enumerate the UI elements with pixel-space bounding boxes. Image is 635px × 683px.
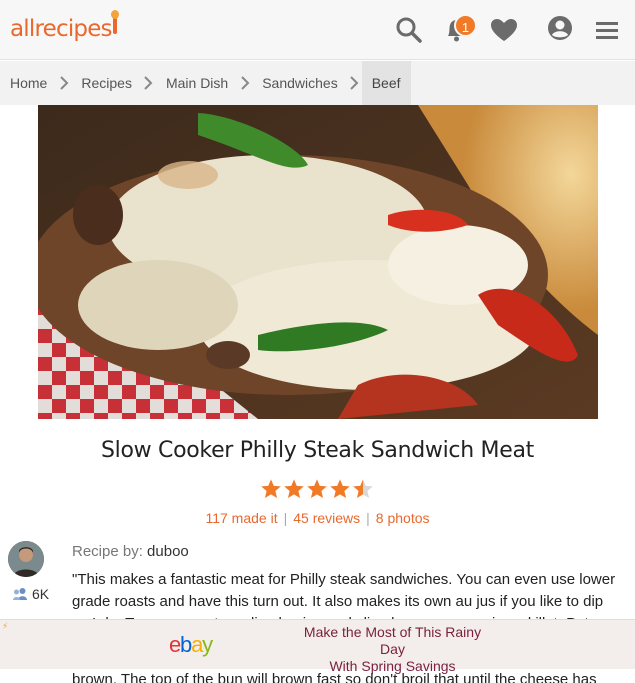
- breadcrumb-main-dish[interactable]: Main Dish: [156, 61, 238, 105]
- ad-choices-icon[interactable]: ⚡: [2, 621, 8, 632]
- ebay-logo: ebay: [169, 632, 213, 657]
- search-icon[interactable]: [393, 14, 425, 46]
- recipe-stats: 117 made it | 45 reviews | 8 photos: [0, 510, 635, 526]
- recipe-photo[interactable]: [38, 105, 598, 419]
- breadcrumb-home[interactable]: Home: [0, 61, 57, 105]
- author-avatar[interactable]: [8, 541, 44, 577]
- chevron-right-icon: [238, 61, 252, 105]
- user-icon[interactable]: [544, 14, 576, 46]
- star-icon: [330, 479, 350, 498]
- breadcrumb-sandwiches[interactable]: Sandwiches: [252, 61, 348, 105]
- recipe-byline: Recipe by: duboo: [72, 543, 189, 560]
- logo-text: allrecipes: [10, 16, 113, 42]
- followers-count[interactable]: 6K: [12, 586, 49, 602]
- chevron-right-icon: [348, 61, 362, 105]
- breadcrumb-recipes[interactable]: Recipes: [71, 61, 142, 105]
- chevron-right-icon: [142, 61, 156, 105]
- heart-icon[interactable]: [488, 14, 520, 46]
- star-icon: [261, 479, 281, 498]
- people-icon: [13, 588, 27, 600]
- ad-line-1: Make the Most of This Rainy Day: [303, 624, 482, 657]
- recipe-by-label: Recipe by:: [72, 543, 143, 560]
- stats-divider: |: [283, 510, 288, 526]
- star-icon: [284, 479, 304, 498]
- followers-label: 6K: [32, 586, 50, 602]
- allrecipes-logo[interactable]: allrecipes: [10, 10, 119, 42]
- menu-icon[interactable]: [592, 14, 624, 46]
- recipe-description-continued: brown. The top of the bun will brown fas…: [72, 671, 597, 683]
- half-star-icon: [353, 479, 373, 498]
- notification-badge: 1: [454, 14, 477, 37]
- breadcrumb-beef[interactable]: Beef: [361, 61, 411, 105]
- stats-divider: |: [366, 510, 370, 526]
- photos-link[interactable]: 8 photos: [376, 510, 430, 526]
- breadcrumb: Home Recipes Main Dish Sandwiches Beef: [0, 61, 635, 105]
- site-header: allrecipes 1: [0, 0, 635, 60]
- star-icon: [307, 479, 327, 498]
- reviews-link[interactable]: 45 reviews: [293, 510, 360, 526]
- ad-banner[interactable]: ⚡ ebay Make the Most of This Rainy Day W…: [0, 619, 635, 674]
- logo-spoon-icon: [110, 10, 119, 34]
- recipe-title: Slow Cooker Philly Steak Sandwich Meat: [101, 438, 534, 463]
- author-name[interactable]: duboo: [147, 543, 189, 560]
- rating-stars[interactable]: [260, 478, 375, 500]
- made-it-link[interactable]: 117 made it: [205, 510, 277, 526]
- chevron-right-icon: [57, 61, 71, 105]
- ad-copy: Make the Most of This Rainy Day With Spr…: [290, 624, 495, 675]
